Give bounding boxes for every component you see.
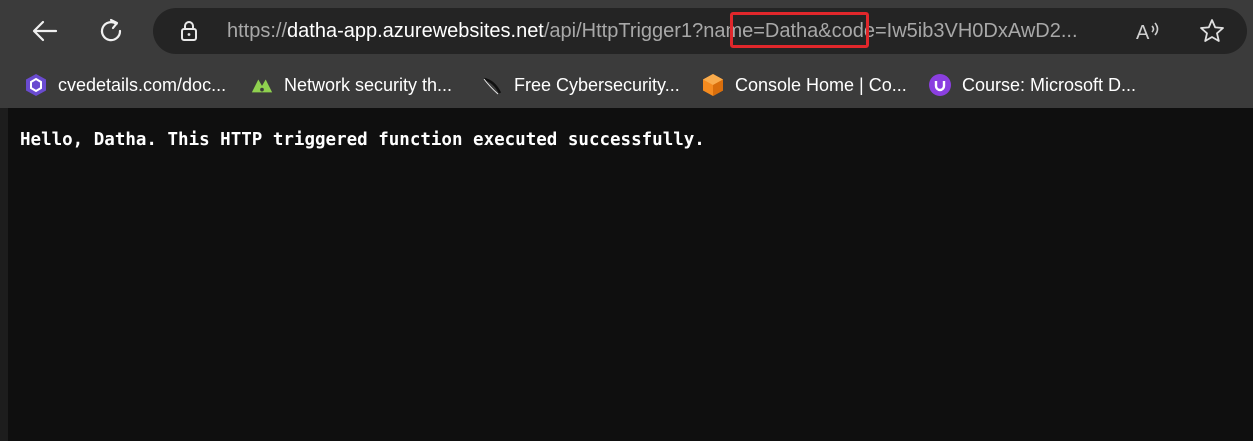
query-param-highlight-box bbox=[730, 12, 869, 48]
function-response-text: Hello, Datha. This HTTP triggered functi… bbox=[20, 130, 705, 150]
back-arrow-icon bbox=[32, 20, 58, 42]
url-prefix: https:// bbox=[227, 20, 288, 42]
bookmark-label: Free Cybersecurity... bbox=[514, 74, 680, 95]
page-content: Hello, Datha. This HTTP triggered functi… bbox=[0, 108, 1253, 441]
url-text[interactable]: https://datha-app.azurewebsites.net/api/… bbox=[227, 8, 1127, 54]
network-security-icon bbox=[250, 73, 274, 97]
bookmark-free-cybersecurity[interactable]: Free Cybersecurity... bbox=[480, 70, 680, 100]
bookmark-network-security[interactable]: Network security th... bbox=[250, 70, 452, 100]
cybersecurity-icon bbox=[480, 73, 504, 97]
bookmark-course-microsoft[interactable]: Course: Microsoft D... bbox=[928, 70, 1136, 100]
browser-toolbar: https://datha-app.azurewebsites.net/api/… bbox=[0, 0, 1253, 62]
lock-icon[interactable] bbox=[177, 19, 201, 43]
bookmark-cvedetails[interactable]: cvedetails.com/doc... bbox=[24, 70, 226, 100]
cvedetails-icon bbox=[24, 73, 48, 97]
page-edge-strip bbox=[0, 108, 8, 441]
refresh-icon bbox=[100, 18, 122, 42]
bookmark-label: Console Home | Co... bbox=[735, 74, 907, 95]
bookmark-label: cvedetails.com/doc... bbox=[58, 74, 227, 95]
read-aloud-icon[interactable]: A bbox=[1135, 18, 1165, 44]
url-host: datha-app.azurewebsites.net bbox=[287, 20, 544, 42]
favorite-star-icon[interactable] bbox=[1199, 18, 1225, 44]
svg-text:A: A bbox=[1136, 22, 1150, 44]
bookmark-label: Course: Microsoft D... bbox=[962, 74, 1137, 95]
back-button[interactable] bbox=[26, 12, 64, 50]
bookmarks-bar: cvedetails.com/doc... Network security t… bbox=[0, 62, 1253, 108]
bookmark-console-home[interactable]: Console Home | Co... bbox=[701, 70, 907, 100]
aws-console-icon bbox=[701, 73, 725, 97]
course-icon bbox=[928, 73, 952, 97]
bookmark-label: Network security th... bbox=[284, 74, 453, 95]
refresh-button[interactable] bbox=[92, 12, 130, 50]
address-bar[interactable]: https://datha-app.azurewebsites.net/api/… bbox=[153, 8, 1247, 54]
